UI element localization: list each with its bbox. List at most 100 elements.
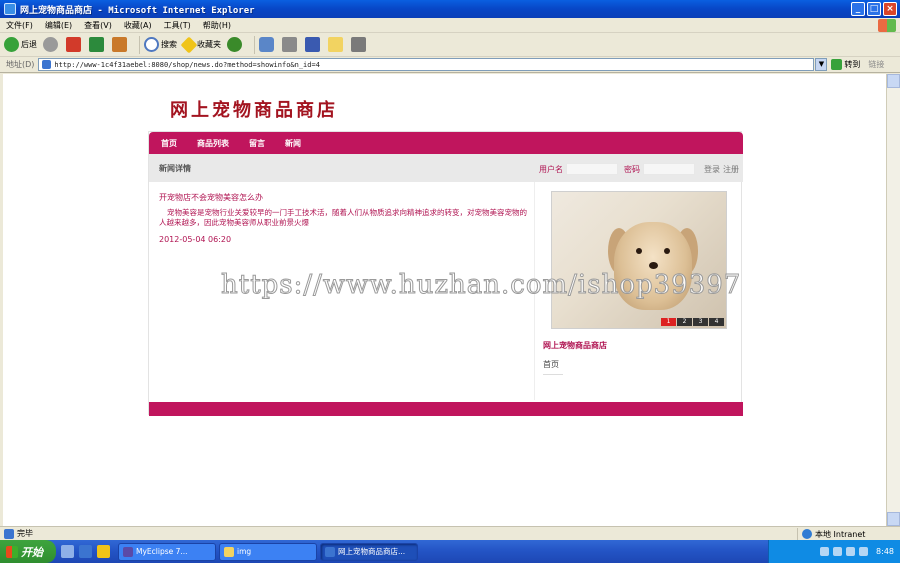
start-label: 开始	[21, 545, 43, 559]
address-url: http://www-1c4f31aebel:8080/shop/news.do…	[54, 60, 320, 69]
intranet-icon	[802, 529, 812, 539]
edit-button[interactable]	[305, 37, 322, 52]
back-button[interactable]: 后退	[4, 37, 37, 52]
breadcrumb: 新闻详情	[159, 164, 191, 173]
windows-logo-icon	[878, 19, 896, 32]
window-controls: _ □ ×	[851, 2, 897, 16]
footer-bar	[149, 402, 743, 416]
page-icon	[42, 60, 52, 69]
quicklaunch-desktop-icon[interactable]	[61, 545, 74, 558]
scroll-up-button[interactable]	[887, 74, 900, 88]
tray-volume-icon[interactable]	[833, 547, 843, 556]
slide-dot-1[interactable]: 1	[661, 318, 676, 326]
mail-button[interactable]	[259, 37, 276, 52]
quicklaunch-folder-icon[interactable]	[97, 545, 110, 558]
refresh-button[interactable]	[89, 37, 106, 52]
task-label: 网上宠物商品商店...	[338, 547, 406, 556]
username-label: 用户名	[539, 164, 563, 174]
tray-security-icon[interactable]	[846, 547, 856, 556]
ie-icon	[4, 3, 16, 15]
go-arrow-icon	[831, 59, 843, 70]
menu-view[interactable]: 查看(V)	[78, 20, 118, 31]
menu-edit[interactable]: 编辑(E)	[39, 20, 78, 31]
back-arrow-icon	[4, 37, 19, 52]
password-input[interactable]	[643, 163, 695, 175]
printer-icon	[282, 37, 297, 52]
menu-help[interactable]: 帮助(H)	[197, 20, 237, 31]
address-dropdown-button[interactable]: ▼	[815, 58, 828, 71]
print-button[interactable]	[282, 37, 299, 52]
quicklaunch-ie-icon[interactable]	[79, 545, 92, 558]
tray-network-icon[interactable]	[820, 547, 830, 556]
slideshow-dots: 1 2 3 4	[661, 318, 724, 326]
slide-dot-2[interactable]: 2	[677, 318, 692, 326]
tray-input-icon[interactable]	[859, 547, 869, 556]
menu-favorites[interactable]: 收藏(A)	[118, 20, 158, 31]
media-icon	[227, 37, 242, 52]
scroll-down-button[interactable]	[887, 512, 900, 526]
vertical-scrollbar[interactable]	[886, 74, 900, 526]
back-label: 后退	[21, 40, 37, 49]
task-ie-window[interactable]: 网上宠物商品商店...	[320, 542, 418, 561]
favorites-label: 收藏夹	[197, 40, 221, 49]
login-form: 用户名 密码 登录 注册	[539, 163, 739, 175]
nav-news[interactable]: 新闻	[285, 138, 301, 149]
address-input[interactable]: http://www-1c4f31aebel:8080/shop/news.do…	[38, 58, 815, 71]
search-label: 搜索	[161, 40, 177, 49]
password-label: 密码	[624, 164, 640, 174]
nav-home[interactable]: 首页	[161, 138, 177, 149]
menu-tools[interactable]: 工具(T)	[158, 20, 197, 31]
task-myeclipse[interactable]: MyEclipse 7...	[118, 542, 216, 561]
slide-dot-3[interactable]: 3	[693, 318, 708, 326]
refresh-icon	[89, 37, 104, 52]
book-icon	[351, 37, 366, 52]
stop-button[interactable]	[66, 37, 83, 52]
eclipse-icon	[123, 546, 133, 557]
nav-guestbook[interactable]: 留言	[249, 138, 265, 149]
forward-button[interactable]	[43, 37, 60, 52]
forward-arrow-icon	[43, 37, 58, 52]
word-icon	[305, 37, 320, 52]
sidebar-title: 网上宠物商品商店	[543, 341, 607, 350]
links-button[interactable]: 链接	[868, 59, 884, 70]
login-button[interactable]: 登录	[704, 164, 720, 175]
sidebar-home-link[interactable]: 首页	[543, 359, 559, 370]
search-icon	[144, 37, 159, 52]
media-button[interactable]	[227, 37, 244, 52]
toolbar-separator	[139, 35, 140, 54]
username-input[interactable]	[566, 163, 618, 175]
shop-title: 网上宠物商品商店	[170, 100, 338, 121]
register-button[interactable]: 注册	[723, 164, 739, 175]
search-button[interactable]: 搜索	[144, 37, 177, 52]
menu-file[interactable]: 文件(F)	[0, 20, 39, 31]
news-body: 宠物美容是宠物行业关爱较早的一门手工技术活，随着人们从物质追求向精神追求的转变，…	[159, 208, 527, 227]
home-button[interactable]	[112, 37, 129, 52]
go-button[interactable]: 转到	[831, 59, 860, 70]
menubar: 文件(F) 编辑(E) 查看(V) 收藏(A) 工具(T) 帮助(H)	[0, 18, 900, 33]
dog-eye	[636, 248, 642, 254]
window-titlebar[interactable]: 网上宠物商品商店 - Microsoft Internet Explorer _…	[0, 0, 900, 18]
toolbar: 后退 搜索 收藏夹	[0, 33, 900, 57]
sidebar-divider	[543, 374, 563, 375]
task-img-folder[interactable]: img	[219, 542, 317, 561]
research-button[interactable]	[351, 37, 368, 52]
page-done-icon	[4, 528, 14, 539]
nav-products[interactable]: 商品列表	[197, 138, 229, 149]
minimize-button[interactable]: _	[851, 2, 865, 16]
toolbar-separator	[254, 35, 255, 54]
news-date: 2012-05-04 06:20	[159, 235, 232, 244]
start-button[interactable]: 开始	[0, 540, 56, 563]
folder-button[interactable]	[328, 37, 345, 52]
mail-icon	[259, 37, 274, 52]
slide-dot-4[interactable]: 4	[709, 318, 724, 326]
favorites-button[interactable]: 收藏夹	[180, 36, 221, 53]
folder-icon	[328, 37, 343, 52]
maximize-button[interactable]: □	[867, 2, 881, 16]
watermark: https://www.huzhan.com/ishop39397	[220, 270, 742, 301]
task-label: MyEclipse 7...	[136, 547, 188, 556]
news-title: 开宠物店不会宠物美容怎么办	[159, 193, 263, 202]
home-icon	[112, 37, 127, 52]
stop-icon	[66, 37, 81, 52]
pet-slideshow[interactable]: 1 2 3 4	[551, 191, 727, 329]
close-button[interactable]: ×	[883, 2, 897, 16]
